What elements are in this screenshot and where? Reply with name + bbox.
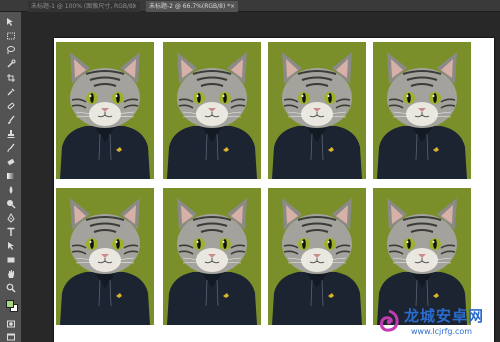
quick-select-icon[interactable] bbox=[4, 58, 18, 69]
watermark: 龙城安卓网 www.lcjrfg.com bbox=[373, 300, 500, 342]
screen-mode-icon[interactable] bbox=[4, 331, 18, 342]
clone-stamp-icon[interactable] bbox=[4, 128, 18, 139]
marquee-icon[interactable] bbox=[4, 30, 18, 41]
tab-document-2[interactable]: 未标题-2 @ 66.7%(RGB/8) * × bbox=[146, 1, 238, 12]
history-brush-icon[interactable] bbox=[4, 142, 18, 153]
rectangle-icon[interactable] bbox=[4, 254, 18, 265]
cat-photo bbox=[268, 42, 366, 179]
type-icon[interactable] bbox=[4, 226, 18, 237]
document-canvas[interactable] bbox=[54, 38, 494, 342]
close-icon[interactable]: × bbox=[230, 1, 235, 12]
tab-label: 未标题-2 @ 66.7%(RGB/8) * bbox=[149, 3, 231, 10]
cat-photo bbox=[163, 42, 261, 179]
photoshop-window: 未标题-1 @ 100% (图像尺寸, RGB/8) × 未标题-2 @ 66.… bbox=[0, 0, 500, 342]
tools-panel bbox=[0, 12, 22, 342]
blur-icon[interactable] bbox=[4, 184, 18, 195]
document-workspace bbox=[23, 13, 500, 342]
quick-mask-icon[interactable] bbox=[4, 318, 18, 329]
watermark-url: www.lcjrfg.com bbox=[411, 327, 473, 336]
brush-icon[interactable] bbox=[4, 114, 18, 125]
close-icon[interactable]: × bbox=[132, 1, 137, 12]
path-select-icon[interactable] bbox=[4, 240, 18, 251]
cat-photo bbox=[373, 42, 471, 179]
cat-photo bbox=[56, 42, 154, 179]
hand-icon[interactable] bbox=[4, 268, 18, 279]
cat-photo bbox=[163, 188, 261, 325]
lasso-icon[interactable] bbox=[4, 44, 18, 55]
dodge-icon[interactable] bbox=[4, 198, 18, 209]
eyedropper-icon[interactable] bbox=[4, 86, 18, 97]
watermark-logo-icon bbox=[380, 309, 399, 332]
watermark-title: 龙城安卓网 bbox=[404, 307, 485, 325]
move-icon[interactable] bbox=[4, 16, 18, 27]
tab-document-1[interactable]: 未标题-1 @ 100% (图像尺寸, RGB/8) × bbox=[28, 1, 140, 12]
tab-label: 未标题-1 @ 100% (图像尺寸, RGB/8) bbox=[31, 3, 136, 10]
gradient-icon[interactable] bbox=[4, 170, 18, 181]
eraser-icon[interactable] bbox=[4, 156, 18, 167]
foreground-color-swatch[interactable] bbox=[6, 300, 14, 308]
healing-brush-icon[interactable] bbox=[4, 100, 18, 111]
document-tab-bar: 未标题-1 @ 100% (图像尺寸, RGB/8) × 未标题-2 @ 66.… bbox=[0, 0, 500, 12]
cat-photo bbox=[56, 188, 154, 325]
zoom-icon[interactable] bbox=[4, 282, 18, 293]
pen-icon[interactable] bbox=[4, 212, 18, 223]
cat-photo bbox=[268, 188, 366, 325]
crop-icon[interactable] bbox=[4, 72, 18, 83]
